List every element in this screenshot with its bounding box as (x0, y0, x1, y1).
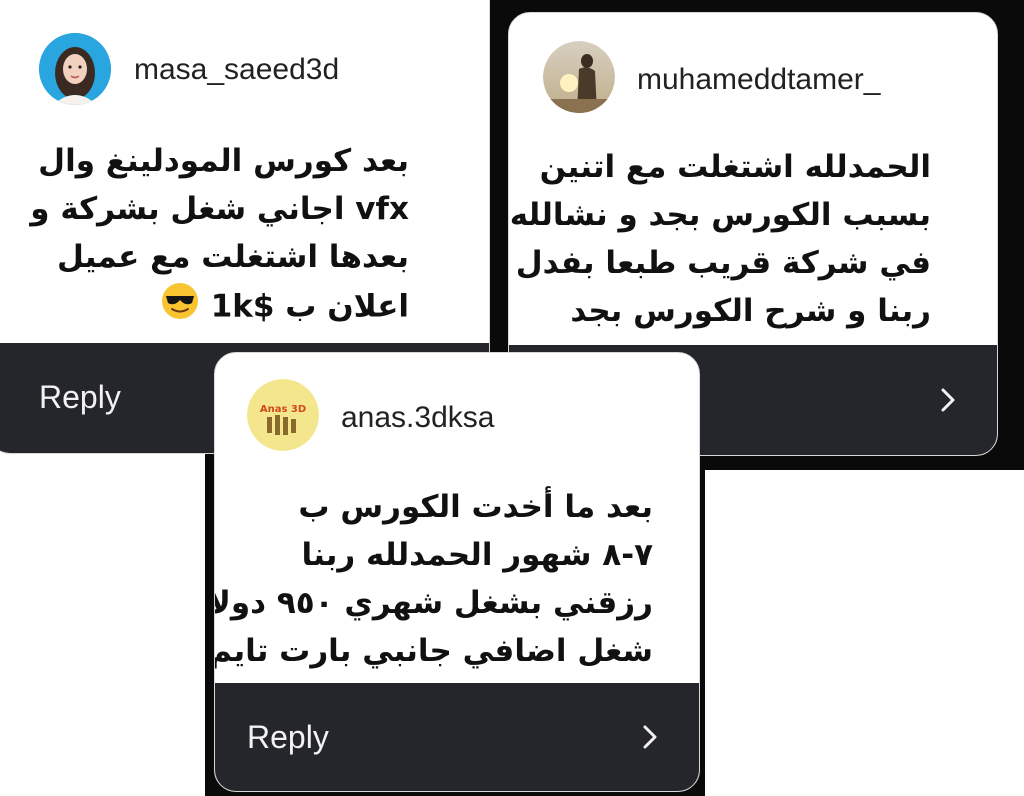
silhouette-sunset-avatar[interactable] (543, 41, 615, 113)
comment-line: ربنا و شرح الكورس بجد (570, 293, 931, 329)
woman-portrait-icon (39, 33, 111, 105)
chevron-right-icon[interactable] (635, 722, 665, 752)
comment-line: بعدها اشتغلت مع عميل (57, 239, 409, 275)
comment-text: بعد ما أخدت الكورس ب ٧-٨ شهور الحمدلله ر… (214, 483, 653, 675)
comment-username[interactable]: anas.3dksa (341, 401, 494, 435)
comment-line: بسبب الكورس بجد و نشالله (509, 197, 931, 233)
comment-text: الحمدلله اشتغلت مع اتنين بسبب الكورس بجد… (510, 143, 931, 335)
svg-text:Anas 3D: Anas 3D (260, 404, 306, 415)
chevron-right-icon[interactable] (933, 385, 963, 415)
comment-line: رزقني بشغل شهري ٩٥٠ دولار (215, 585, 653, 621)
silhouette-sunset-icon (543, 41, 615, 113)
comment-line: ٧-٨ شهور الحمدلله ربنا (301, 537, 653, 573)
comment-line: بعد كورس المودلينغ وال (38, 143, 409, 179)
comment-username[interactable]: muhameddtamer_ (637, 63, 880, 97)
yellow-logo-avatar[interactable]: Anas 3D (247, 379, 319, 451)
comment-line-with-emoji: اعلان ب $1k (30, 281, 409, 335)
comment-card-3: Anas 3D anas.3dksa بعد ما أخدت الكورس ب … (214, 352, 700, 792)
yellow-logo-icon: Anas 3D (247, 379, 319, 451)
sunglasses-emoji-icon (160, 281, 200, 335)
woman-portrait-avatar[interactable] (39, 33, 111, 105)
reply-button[interactable]: Reply (39, 379, 121, 416)
comment-username[interactable]: masa_saeed3d (134, 53, 339, 87)
reply-button[interactable]: Reply (247, 719, 329, 756)
comment-line: اعلان ب $1k (210, 288, 409, 325)
comment-text: بعد كورس المودلينغ وال vfx اجاني شغل بشر… (30, 137, 409, 335)
comment-line: vfx اجاني شغل بشركة و (30, 191, 409, 227)
comment-footer: Reply (215, 683, 699, 791)
comment-line: الحمدلله اشتغلت مع اتنين (539, 149, 931, 185)
comment-line: في شركة قريب طبعا بفدل (515, 245, 931, 281)
comment-line: بعد ما أخدت الكورس ب (298, 489, 653, 525)
comment-line: شغل اضافي جانبي بارت تايم (214, 633, 653, 669)
